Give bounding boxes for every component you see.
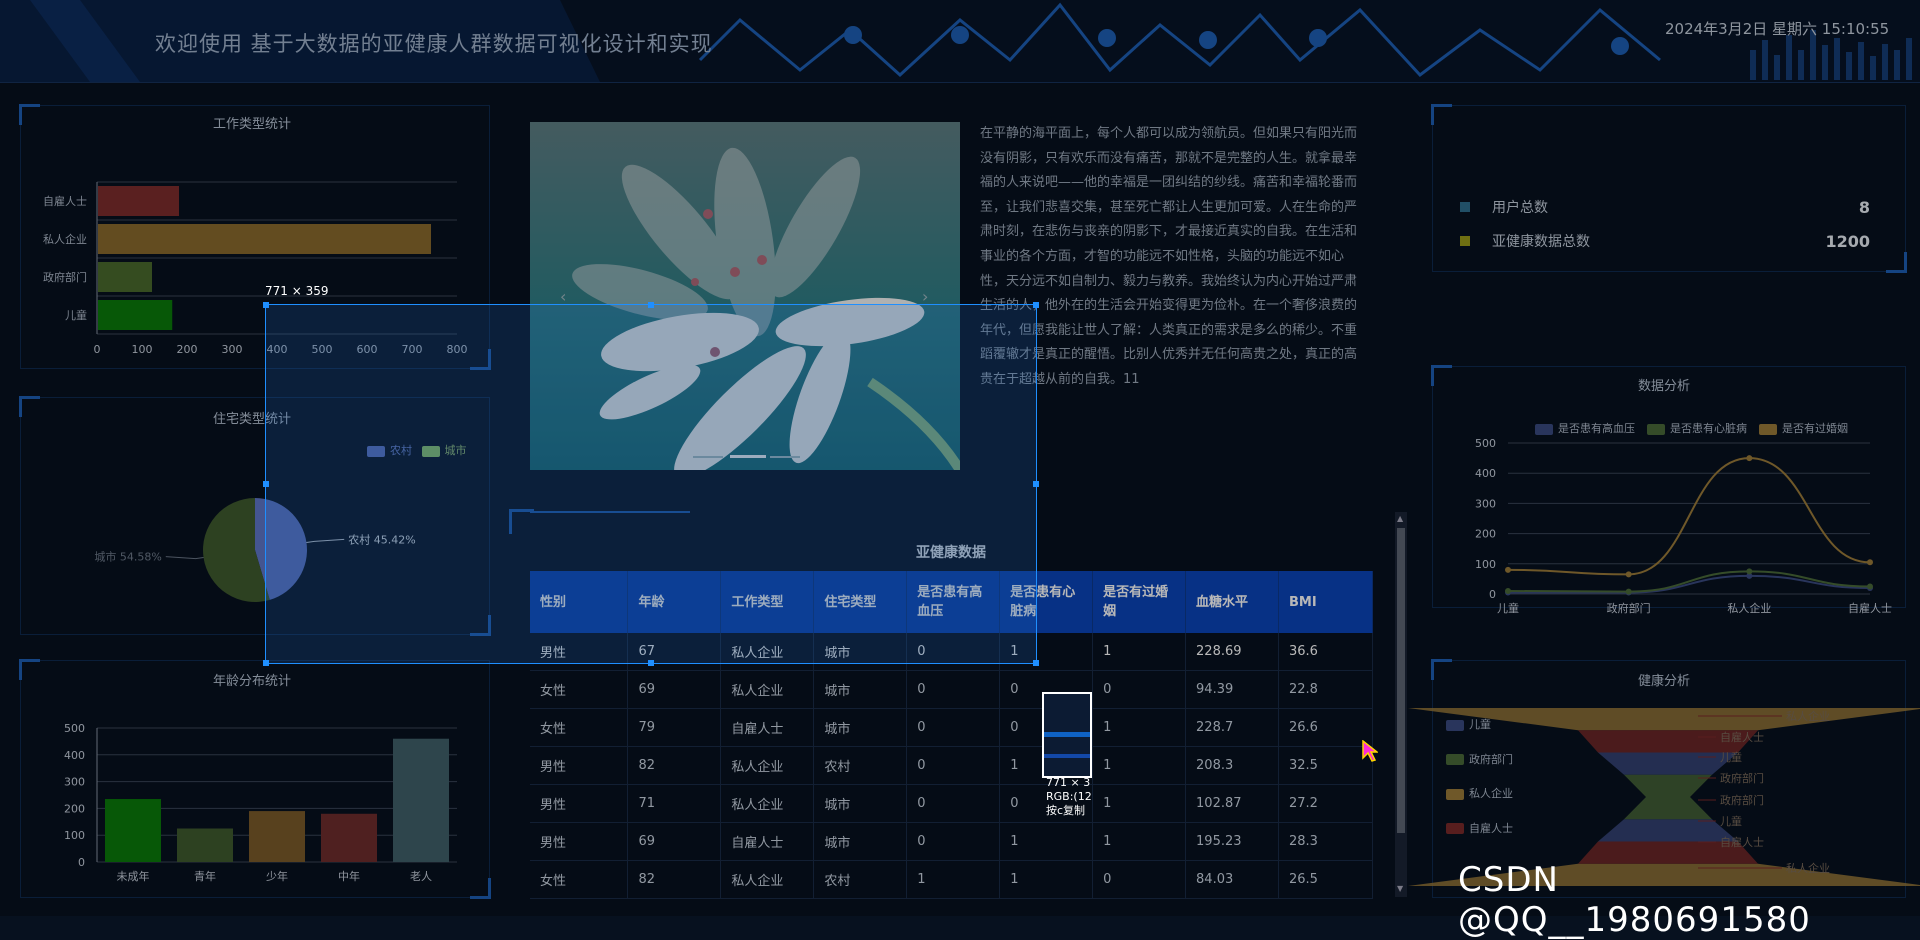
capture-selection-box[interactable] — [263, 302, 1039, 666]
funnel-label: 政府部门 — [1720, 771, 1764, 785]
selection-handle[interactable] — [263, 660, 269, 666]
watermark: CSDN @QQ__1980691580 — [1458, 860, 1811, 940]
funnel-segment — [1598, 752, 1738, 775]
selection-handle[interactable] — [1033, 302, 1039, 308]
funnel-label: 私人企业 — [1786, 709, 1830, 723]
funnel-label: 自雇人士 — [1720, 730, 1764, 744]
mouse-cursor-icon — [1362, 740, 1378, 762]
selection-size-label: 771 × 359 — [265, 284, 329, 298]
selection-handle[interactable] — [263, 302, 269, 308]
selection-handle[interactable] — [648, 302, 654, 308]
selection-handle[interactable] — [1033, 660, 1039, 666]
selection-handle[interactable] — [1033, 481, 1039, 487]
magnifier-preview — [1042, 692, 1092, 778]
selection-handle[interactable] — [263, 481, 269, 487]
selection-handle[interactable] — [648, 660, 654, 666]
funnel-label: 自雇人士 — [1720, 835, 1764, 849]
funnel-segment — [1408, 708, 1920, 731]
funnel-segment — [1598, 819, 1738, 842]
funnel-label: 儿童 — [1720, 814, 1742, 828]
funnel-label: 政府部门 — [1720, 793, 1764, 807]
magnifier-info: 771 × 3 RGB:(12 按c复制 — [1046, 776, 1091, 817]
funnel-label: 儿童 — [1720, 750, 1742, 764]
